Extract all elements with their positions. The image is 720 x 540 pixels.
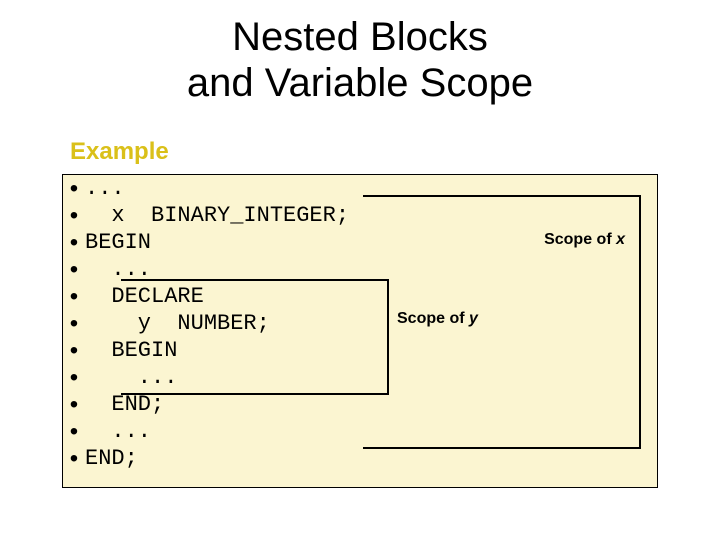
scope-y-var: y <box>469 310 478 327</box>
code-text: END; <box>85 446 138 471</box>
scope-x-prefix: Scope of <box>544 231 616 248</box>
scope-y-prefix: Scope of <box>397 310 469 327</box>
slide-title: Nested Blocks and Variable Scope <box>0 0 720 106</box>
bullet-icon: • <box>63 206 85 226</box>
scope-x-label: Scope of x <box>544 231 625 249</box>
scope-y-label: Scope of y <box>397 310 478 328</box>
code-text: ... <box>85 419 151 444</box>
title-line-1: Nested Blocks <box>232 15 488 59</box>
title-line-2: and Variable Scope <box>187 61 533 105</box>
code-text: x BINARY_INTEGER; <box>85 203 349 228</box>
bullet-icon: • <box>63 395 85 415</box>
bullet-icon: • <box>63 449 85 469</box>
code-text: END; <box>85 392 164 417</box>
code-text: BEGIN <box>85 230 151 255</box>
code-line-10: •END; <box>63 445 657 472</box>
scope-x-var: x <box>616 231 625 248</box>
code-box: Scope of x Scope of y •... • x BINARY_IN… <box>62 174 658 488</box>
bullet-icon: • <box>63 341 85 361</box>
bullet-icon: • <box>63 422 85 442</box>
bullet-icon: • <box>63 314 85 334</box>
bullet-icon: • <box>63 179 85 199</box>
bullet-icon: • <box>63 287 85 307</box>
bullet-icon: • <box>63 368 85 388</box>
bullet-icon: • <box>63 260 85 280</box>
example-subhead: Example <box>70 138 169 166</box>
slide: Nested Blocks and Variable Scope Example… <box>0 0 720 540</box>
scope-y-bracket <box>121 279 389 395</box>
code-text: ... <box>85 176 125 201</box>
bullet-icon: • <box>63 233 85 253</box>
